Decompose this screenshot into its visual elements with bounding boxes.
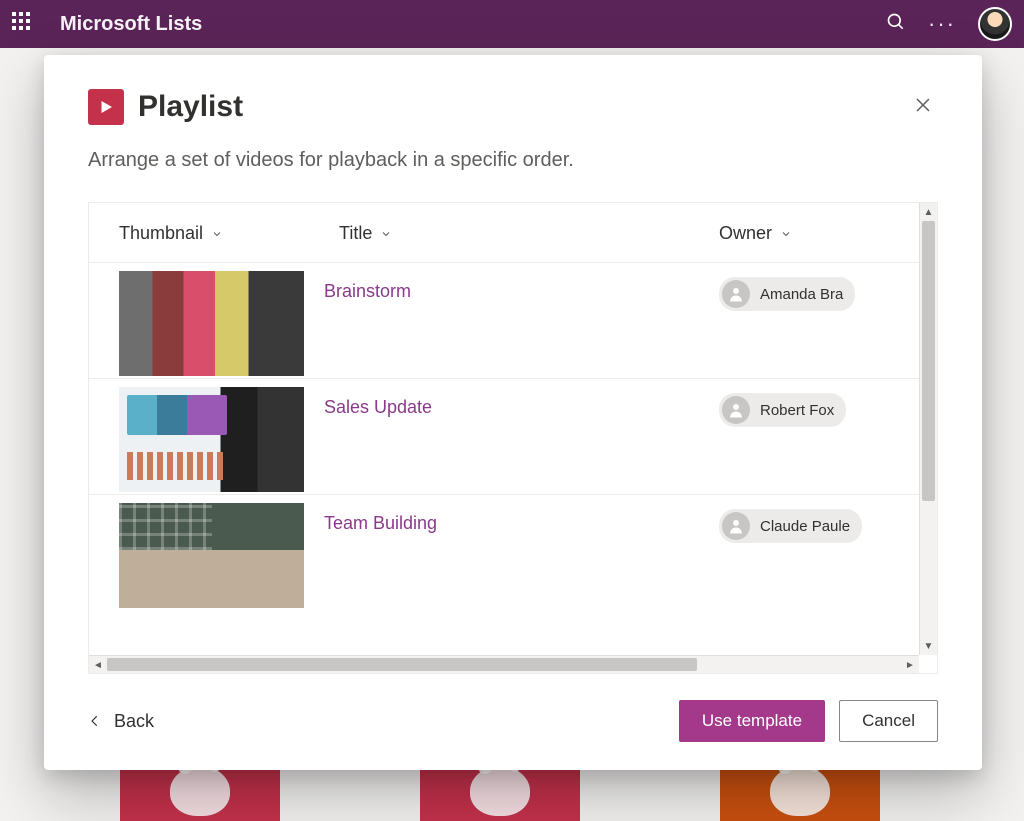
person-name: Amanda Bra — [760, 286, 843, 303]
app-bar: Microsoft Lists ··· — [0, 0, 1024, 48]
person-pill[interactable]: Robert Fox — [719, 393, 846, 427]
person-pill[interactable]: Claude Paule — [719, 509, 862, 543]
scroll-down-icon[interactable]: ▼ — [920, 637, 937, 655]
footer-actions: Use template Cancel — [679, 700, 938, 742]
chevron-left-icon — [88, 714, 102, 728]
table-row[interactable]: Brainstorm Amanda Bra — [89, 263, 919, 379]
column-label: Title — [339, 223, 372, 244]
bg-card — [720, 761, 880, 821]
row-title[interactable]: Brainstorm — [304, 271, 719, 302]
video-thumbnail — [119, 271, 304, 376]
dialog-header: Playlist — [88, 89, 938, 125]
table-header: Thumbnail Title Owner — [89, 203, 919, 263]
dialog-title: Playlist — [138, 90, 908, 124]
dialog-subtitle: Arrange a set of videos for playback in … — [88, 149, 938, 172]
row-title[interactable]: Sales Update — [304, 387, 719, 418]
scroll-thumb[interactable] — [922, 221, 935, 501]
cancel-button[interactable]: Cancel — [839, 700, 938, 742]
close-button[interactable] — [908, 90, 938, 125]
scroll-left-icon[interactable]: ◄ — [89, 656, 107, 674]
row-owner: Claude Paule — [719, 503, 889, 543]
dialog-footer: Back Use template Cancel — [88, 674, 938, 742]
chevron-down-icon — [380, 228, 392, 240]
person-name: Claude Paule — [760, 518, 850, 535]
app-launcher-icon[interactable] — [12, 12, 36, 36]
vertical-scrollbar[interactable]: ▲ ▼ — [919, 203, 937, 655]
column-header-title[interactable]: Title — [339, 223, 719, 244]
row-owner: Robert Fox — [719, 387, 889, 427]
scroll-right-icon[interactable]: ► — [901, 656, 919, 674]
row-title[interactable]: Team Building — [304, 503, 719, 534]
column-label: Thumbnail — [119, 223, 203, 244]
scroll-thumb[interactable] — [107, 658, 697, 671]
row-owner: Amanda Bra — [719, 271, 889, 311]
scroll-up-icon[interactable]: ▲ — [920, 203, 937, 221]
search-icon[interactable] — [886, 12, 906, 37]
column-header-owner[interactable]: Owner — [719, 223, 889, 244]
use-template-button[interactable]: Use template — [679, 700, 825, 742]
person-avatar-icon — [722, 396, 750, 424]
horizontal-scrollbar[interactable]: ◄ ► — [89, 655, 919, 673]
person-avatar-icon — [722, 512, 750, 540]
person-name: Robert Fox — [760, 402, 834, 419]
appbar-actions: ··· — [886, 7, 1012, 41]
column-label: Owner — [719, 223, 772, 244]
chevron-down-icon — [780, 228, 792, 240]
more-icon[interactable]: ··· — [928, 13, 956, 35]
app-title: Microsoft Lists — [60, 13, 886, 36]
column-header-thumbnail[interactable]: Thumbnail — [119, 223, 339, 244]
playlist-icon — [88, 89, 124, 125]
bg-card — [420, 761, 580, 821]
back-button[interactable]: Back — [88, 711, 154, 732]
table-row[interactable]: Sales Update Robert Fox — [89, 379, 919, 495]
table-row[interactable]: Team Building Claude Paule — [89, 495, 919, 595]
user-avatar[interactable] — [978, 7, 1012, 41]
person-avatar-icon — [722, 280, 750, 308]
template-preview-table: Thumbnail Title Owner Brainstorm — [88, 202, 938, 674]
template-preview-dialog: Playlist Arrange a set of videos for pla… — [44, 55, 982, 770]
video-thumbnail — [119, 387, 304, 492]
person-pill[interactable]: Amanda Bra — [719, 277, 855, 311]
video-thumbnail — [119, 503, 304, 608]
back-label: Back — [114, 711, 154, 732]
chevron-down-icon — [211, 228, 223, 240]
bg-card — [120, 761, 280, 821]
